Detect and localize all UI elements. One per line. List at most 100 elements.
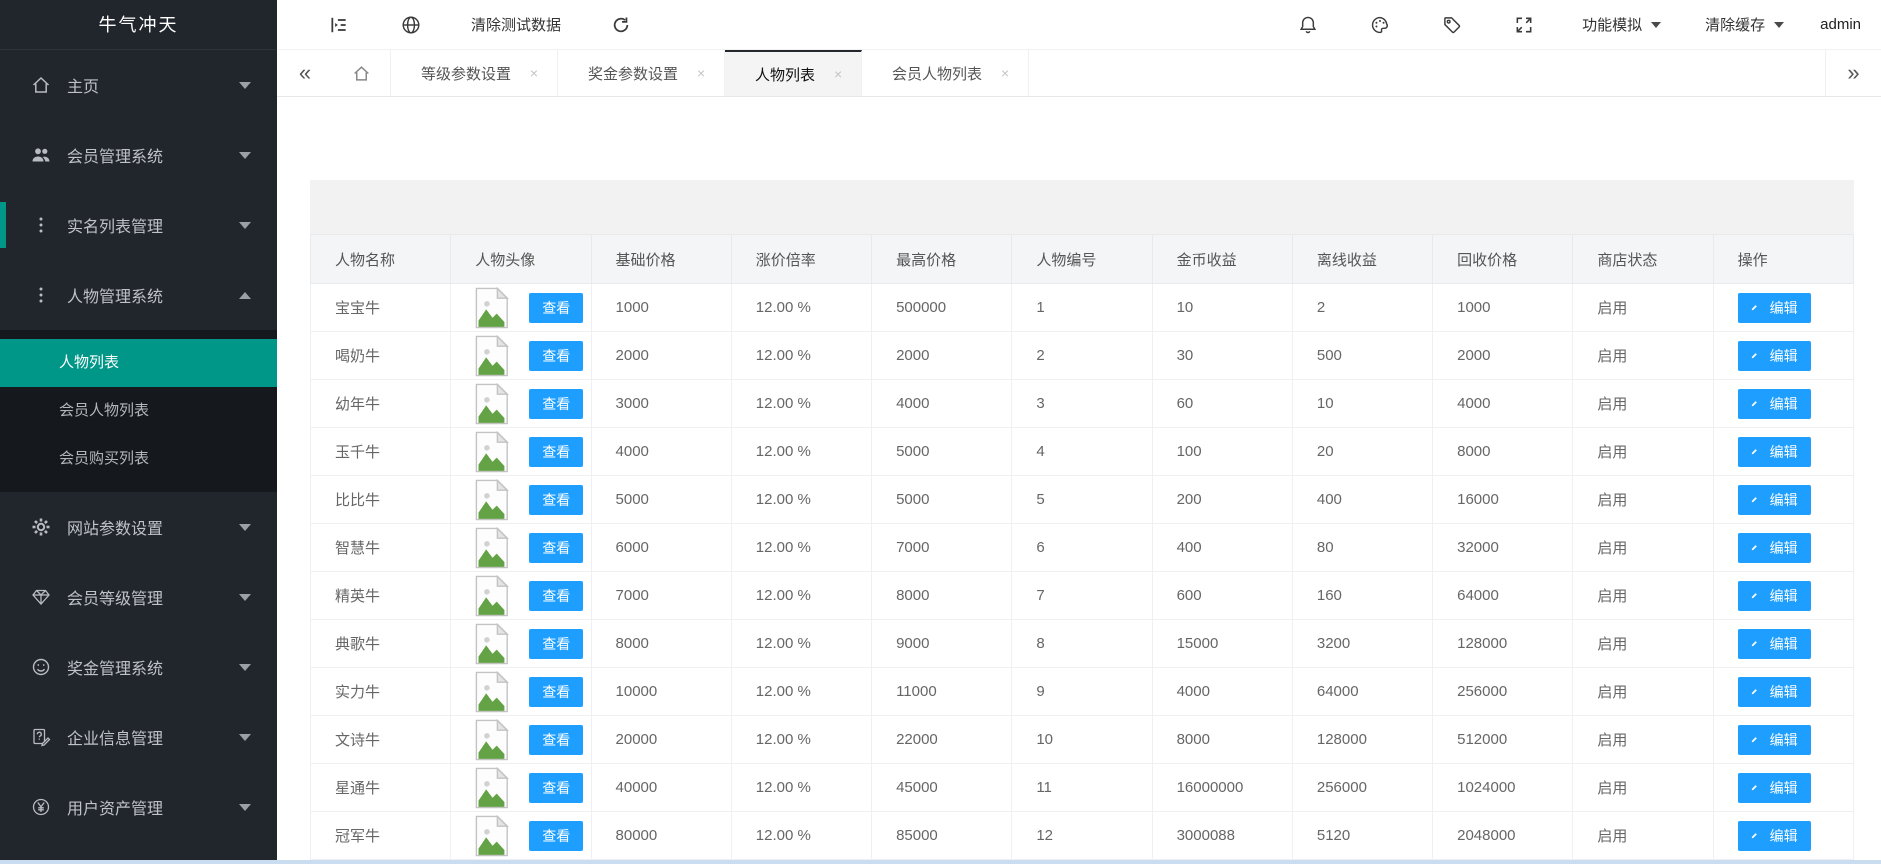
column-header: 人物编号: [1012, 235, 1152, 284]
pencil-icon: [1751, 493, 1764, 506]
cell-recycle-price: 2000: [1433, 332, 1573, 380]
pencil-icon: [1751, 829, 1764, 842]
cell-offline-income: 500: [1292, 332, 1432, 380]
view-button[interactable]: 查看: [529, 437, 583, 467]
chevron-down-icon: [239, 82, 251, 89]
edit-button[interactable]: 编辑: [1738, 821, 1811, 851]
edit-button[interactable]: 编辑: [1738, 341, 1811, 371]
sidebar-subitem-member-character-list[interactable]: 会员人物列表: [0, 387, 277, 435]
view-button[interactable]: 查看: [529, 629, 583, 659]
cell-coin-income: 100: [1152, 428, 1292, 476]
cell-name: 比比牛: [311, 476, 451, 524]
view-button[interactable]: 查看: [529, 725, 583, 755]
function-sim-dropdown[interactable]: 功能模拟: [1582, 14, 1661, 35]
edit-button[interactable]: 编辑: [1738, 677, 1811, 707]
scroll-tabs-right[interactable]: »: [1825, 50, 1881, 96]
tab-member-character-list[interactable]: 会员人物列表×: [862, 50, 1029, 96]
function-sim-label: 功能模拟: [1582, 14, 1642, 35]
cell-base-price: 8000: [591, 620, 731, 668]
filter-panel: [310, 180, 1854, 234]
edit-button[interactable]: 编辑: [1738, 485, 1811, 515]
cell-rate: 12.00 %: [731, 428, 871, 476]
column-header: 最高价格: [872, 235, 1012, 284]
cell-actions: 编辑: [1713, 764, 1853, 812]
edit-button[interactable]: 编辑: [1738, 293, 1811, 323]
refresh-icon[interactable]: [608, 12, 634, 38]
view-button[interactable]: 查看: [529, 581, 583, 611]
view-button[interactable]: 查看: [529, 533, 583, 563]
tag-icon[interactable]: [1439, 12, 1465, 38]
table-row: 实力牛查看1000012.00 %110009400064000256000启用…: [311, 668, 1854, 716]
view-button[interactable]: 查看: [529, 773, 583, 803]
broken-image-icon: [475, 671, 509, 713]
table-row: 星通牛查看4000012.00 %45000111600000025600010…: [311, 764, 1854, 812]
cell-coin-income: 600: [1152, 572, 1292, 620]
view-button[interactable]: 查看: [529, 293, 583, 323]
sidebar-item-company-info[interactable]: 企业信息管理: [0, 702, 277, 772]
clear-test-data-button[interactable]: 清除测试数据: [471, 14, 561, 35]
edit-button[interactable]: 编辑: [1738, 725, 1811, 755]
cell-recycle-price: 2048000: [1433, 812, 1573, 860]
scroll-tabs-left[interactable]: «: [277, 50, 333, 96]
sidebar-item-label: 企业信息管理: [67, 725, 239, 749]
cell-id: 1: [1012, 284, 1152, 332]
sidebar-item-bonus-management[interactable]: 奖金管理系统: [0, 632, 277, 702]
edit-button[interactable]: 编辑: [1738, 629, 1811, 659]
edit-button[interactable]: 编辑: [1738, 581, 1811, 611]
cell-coin-income: 30: [1152, 332, 1292, 380]
cell-rate: 12.00 %: [731, 668, 871, 716]
sidebar-item-member-management[interactable]: 会员管理系统: [0, 120, 277, 190]
cell-rate: 12.00 %: [731, 764, 871, 812]
edit-button[interactable]: 编辑: [1738, 533, 1811, 563]
edit-button-label: 编辑: [1770, 442, 1798, 462]
view-button[interactable]: 查看: [529, 389, 583, 419]
cell-avatar: 查看: [451, 812, 591, 860]
sidebar-subitem-character-list[interactable]: 人物列表: [0, 339, 277, 387]
sidebar-item-member-level[interactable]: 会员等级管理: [0, 562, 277, 632]
sidebar-item-home[interactable]: 主页: [0, 50, 277, 120]
view-button[interactable]: 查看: [529, 485, 583, 515]
chevron-down-icon: [1774, 22, 1784, 28]
sidebar-item-realname-list[interactable]: 实名列表管理: [0, 190, 277, 260]
tab-level-params[interactable]: 等级参数设置×: [391, 50, 558, 96]
sidebar-item-character-management[interactable]: 人物管理系统: [0, 260, 277, 330]
clear-cache-dropdown[interactable]: 清除缓存: [1705, 14, 1784, 35]
view-button[interactable]: 查看: [529, 341, 583, 371]
cell-actions: 编辑: [1713, 668, 1853, 716]
close-icon[interactable]: ×: [831, 66, 845, 82]
cell-name: 精英牛: [311, 572, 451, 620]
bell-icon[interactable]: [1295, 12, 1321, 38]
fullscreen-icon[interactable]: [1511, 12, 1537, 38]
chevron-down-icon: [239, 734, 251, 741]
edit-button-label: 编辑: [1770, 634, 1798, 654]
tab-bonus-params[interactable]: 奖金参数设置×: [558, 50, 725, 96]
palette-icon[interactable]: [1367, 12, 1393, 38]
edit-button[interactable]: 编辑: [1738, 389, 1811, 419]
edit-button[interactable]: 编辑: [1738, 437, 1811, 467]
view-button[interactable]: 查看: [529, 821, 583, 851]
pencil-icon: [1751, 301, 1764, 314]
cell-rate: 12.00 %: [731, 620, 871, 668]
sidebar-subitem-member-purchase-list[interactable]: 会员购买列表: [0, 435, 277, 483]
view-button[interactable]: 查看: [529, 677, 583, 707]
cell-status: 启用: [1573, 716, 1713, 764]
cell-max-price: 45000: [872, 764, 1012, 812]
sidebar-item-site-params[interactable]: 网站参数设置: [0, 492, 277, 562]
close-icon[interactable]: ×: [694, 65, 708, 81]
close-icon[interactable]: ×: [527, 65, 541, 81]
cell-name: 星通牛: [311, 764, 451, 812]
close-icon[interactable]: ×: [998, 65, 1012, 81]
collapse-sidebar-icon[interactable]: [326, 12, 352, 38]
table-body: 宝宝牛查看100012.00 %50000011021000启用编辑喝奶牛查看2…: [311, 284, 1854, 860]
cell-avatar: 查看: [451, 332, 591, 380]
dots-icon: [30, 284, 52, 306]
user-name[interactable]: admin: [1820, 16, 1861, 33]
sidebar-item-user-assets[interactable]: 用户资产管理: [0, 772, 277, 842]
cell-base-price: 1000: [591, 284, 731, 332]
home-tab[interactable]: [333, 50, 391, 96]
globe-icon[interactable]: [398, 12, 424, 38]
tab-character-list[interactable]: 人物列表×: [725, 50, 862, 96]
sidebar-item-label: 会员等级管理: [67, 585, 239, 609]
edit-button[interactable]: 编辑: [1738, 773, 1811, 803]
table-row: 典歌牛查看800012.00 %90008150003200128000启用编辑: [311, 620, 1854, 668]
